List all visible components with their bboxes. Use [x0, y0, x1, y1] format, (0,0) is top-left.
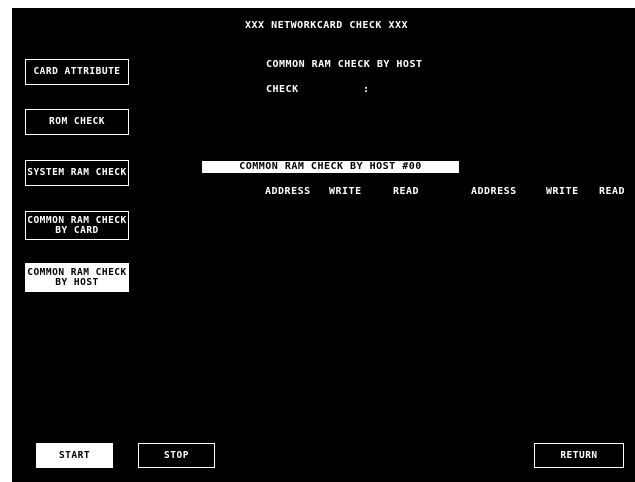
column-header: WRITE	[546, 186, 579, 197]
check-separator: :	[363, 84, 370, 95]
column-header: WRITE	[329, 186, 362, 197]
start-button[interactable]: START	[36, 443, 113, 468]
rom-check-button[interactable]: ROM CHECK	[25, 109, 129, 135]
stop-button[interactable]: STOP	[138, 443, 215, 468]
table-banner: COMMON RAM CHECK BY HOST #00	[202, 161, 459, 173]
column-header: ADDRESS	[265, 186, 311, 197]
column-header: ADDRESS	[471, 186, 517, 197]
check-screen: XXX NETWORKCARD CHECK XXX COMMON RAM CHE…	[12, 8, 635, 482]
common-ram-by-card-button[interactable]: COMMON RAM CHECK BY CARD	[25, 211, 129, 240]
column-header: READ	[599, 186, 626, 197]
check-label: CHECK	[266, 84, 299, 95]
mode-line: COMMON RAM CHECK BY HOST	[266, 59, 423, 70]
screen-title: XXX NETWORKCARD CHECK XXX	[245, 20, 409, 31]
return-button[interactable]: RETURN	[534, 443, 624, 468]
column-header: READ	[393, 186, 420, 197]
card-attribute-button[interactable]: CARD ATTRIBUTE	[25, 59, 129, 85]
system-ram-check-button[interactable]: SYSTEM RAM CHECK	[25, 160, 129, 186]
common-ram-by-host-button[interactable]: COMMON RAM CHECK BY HOST	[25, 263, 129, 292]
